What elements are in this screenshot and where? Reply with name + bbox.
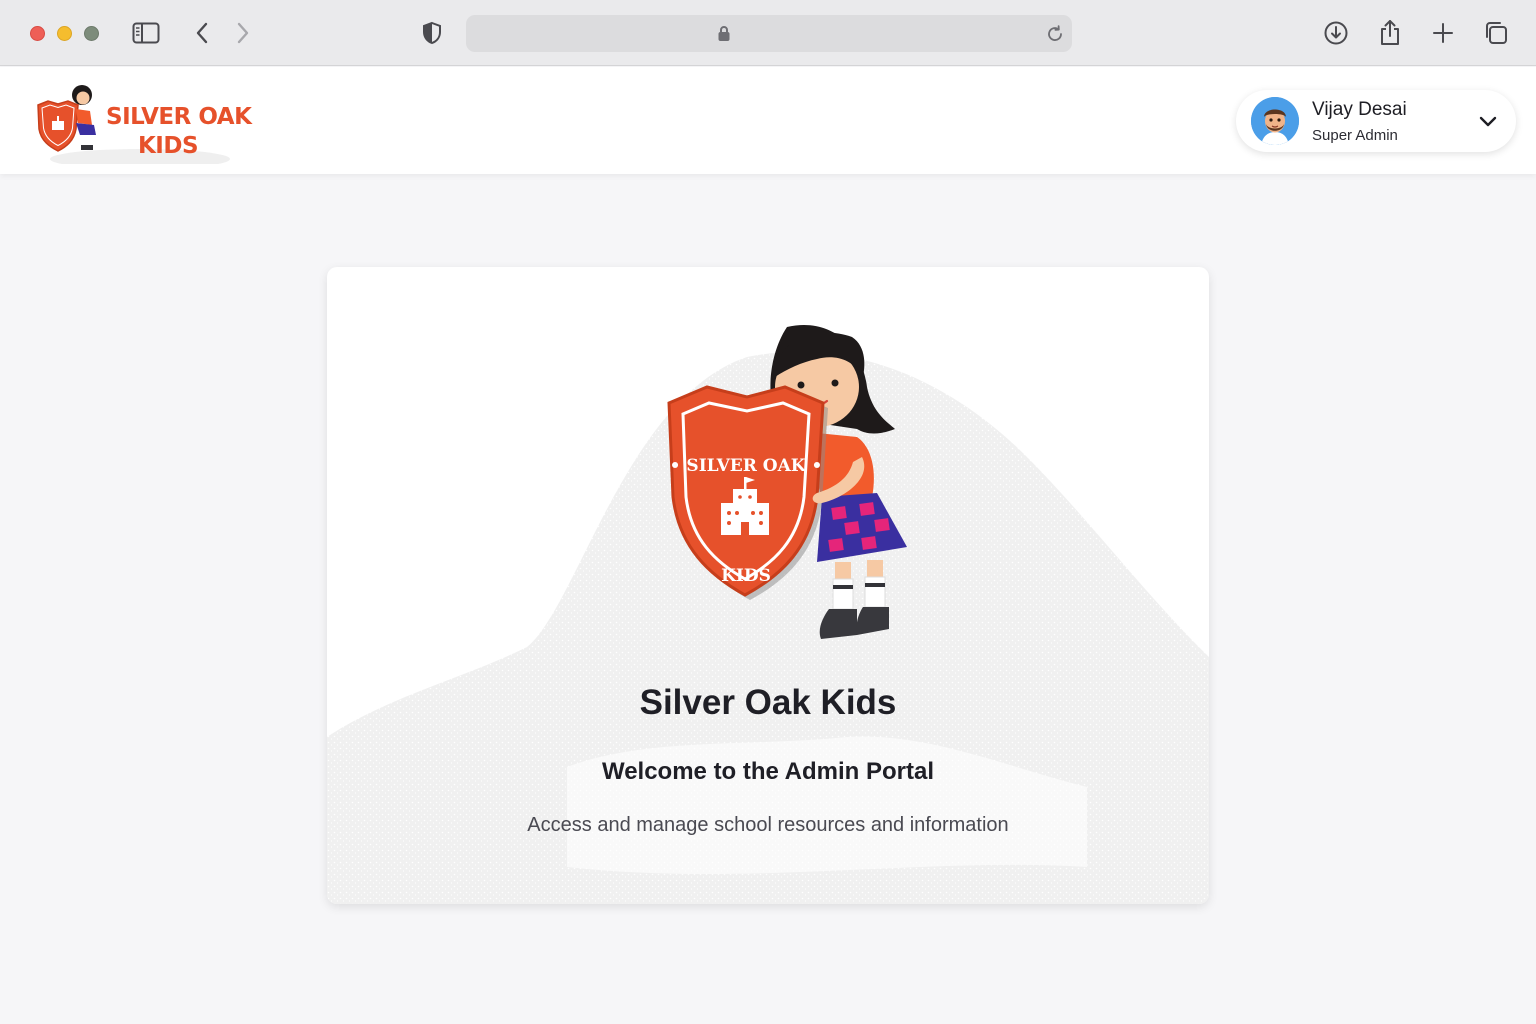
brand-wordmark: SILVER OAK KIDS bbox=[106, 104, 252, 159]
zoom-window-button[interactable] bbox=[84, 26, 99, 41]
minimize-window-button[interactable] bbox=[57, 26, 72, 41]
forward-icon[interactable] bbox=[229, 19, 257, 47]
sidebar-icon[interactable] bbox=[132, 19, 160, 47]
badge-bottom-text: KIDS bbox=[721, 566, 771, 586]
browser-toolbar bbox=[0, 0, 1536, 66]
lock-icon bbox=[717, 25, 731, 47]
app-header: SILVER OAK KIDS Vijay Desai Super Admin bbox=[0, 67, 1536, 174]
tabs-overview-icon[interactable] bbox=[1482, 19, 1510, 47]
page-description: Access and manage school resources and i… bbox=[527, 814, 1009, 836]
hero-illustration: • SILVER OAK • KIDS bbox=[667, 325, 907, 639]
brand-logo[interactable]: SILVER OAK KIDS bbox=[30, 79, 252, 164]
user-name: Vijay Desai bbox=[1312, 99, 1407, 120]
reload-icon[interactable] bbox=[1046, 25, 1064, 48]
badge-top-text: • SILVER OAK • bbox=[670, 456, 823, 476]
download-icon[interactable] bbox=[1322, 19, 1350, 47]
close-window-button[interactable] bbox=[30, 26, 45, 41]
back-icon[interactable] bbox=[188, 19, 216, 47]
checkered-skirt bbox=[817, 493, 907, 562]
user-menu[interactable]: Vijay Desai Super Admin bbox=[1236, 90, 1516, 152]
address-bar[interactable] bbox=[466, 15, 1072, 52]
avatar bbox=[1251, 97, 1299, 145]
new-tab-icon[interactable] bbox=[1429, 19, 1457, 47]
welcome-card: • SILVER OAK • KIDS Silver Oak Kids Welc… bbox=[327, 267, 1209, 904]
page-subtitle: Welcome to the Admin Portal bbox=[601, 758, 935, 785]
chevron-down-icon[interactable] bbox=[1477, 110, 1499, 137]
user-role: Super Admin bbox=[1312, 127, 1398, 144]
share-icon[interactable] bbox=[1376, 19, 1404, 47]
page-title: Silver Oak Kids bbox=[639, 683, 897, 722]
shield-icon[interactable] bbox=[418, 19, 446, 47]
